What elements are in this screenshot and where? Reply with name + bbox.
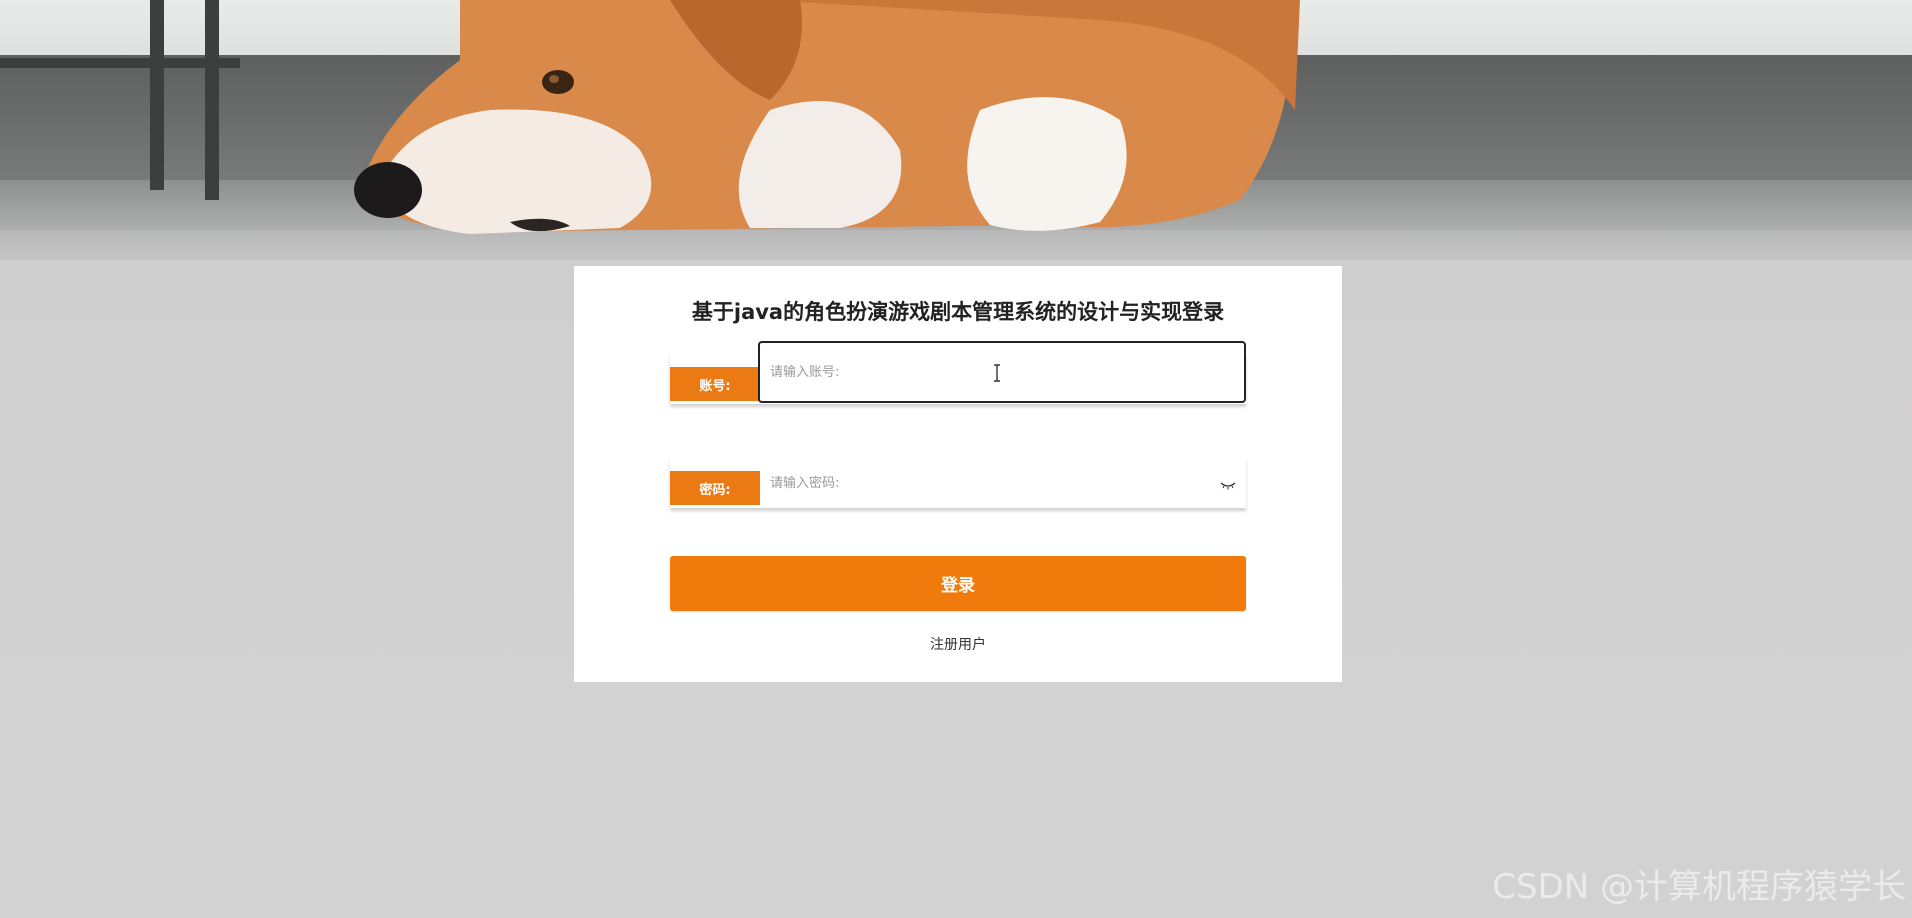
- page-title: 基于java的角色扮演游戏剧本管理系统的设计与实现登录: [691, 300, 1225, 324]
- account-label: 账号:: [670, 367, 760, 401]
- password-field-row: 密码:: [670, 458, 1246, 508]
- password-label: 密码:: [670, 471, 760, 505]
- login-card: 基于java的角色扮演游戏剧本管理系统的设计与实现登录 账号: 密码: 登录 注…: [574, 266, 1342, 682]
- text-cursor-icon: [994, 364, 1000, 382]
- register-link[interactable]: 注册用户: [574, 634, 1342, 654]
- account-field-row: 账号:: [670, 341, 1246, 404]
- password-input[interactable]: [760, 458, 1246, 508]
- login-button[interactable]: 登录: [670, 556, 1246, 611]
- background-railing-bar: [0, 58, 240, 68]
- eye-closed-icon[interactable]: [1220, 480, 1236, 490]
- watermark-text: CSDN @计算机程序猿学长: [1492, 867, 1906, 907]
- login-page: CSDN @计算机程序猿学长 基于java的角色扮演游戏剧本管理系统的设计与实现…: [0, 0, 1912, 918]
- account-input[interactable]: [758, 341, 1246, 403]
- background-railing-post: [150, 0, 164, 190]
- background-railing-post: [205, 0, 219, 200]
- corgi-dog-image: [354, 0, 1300, 234]
